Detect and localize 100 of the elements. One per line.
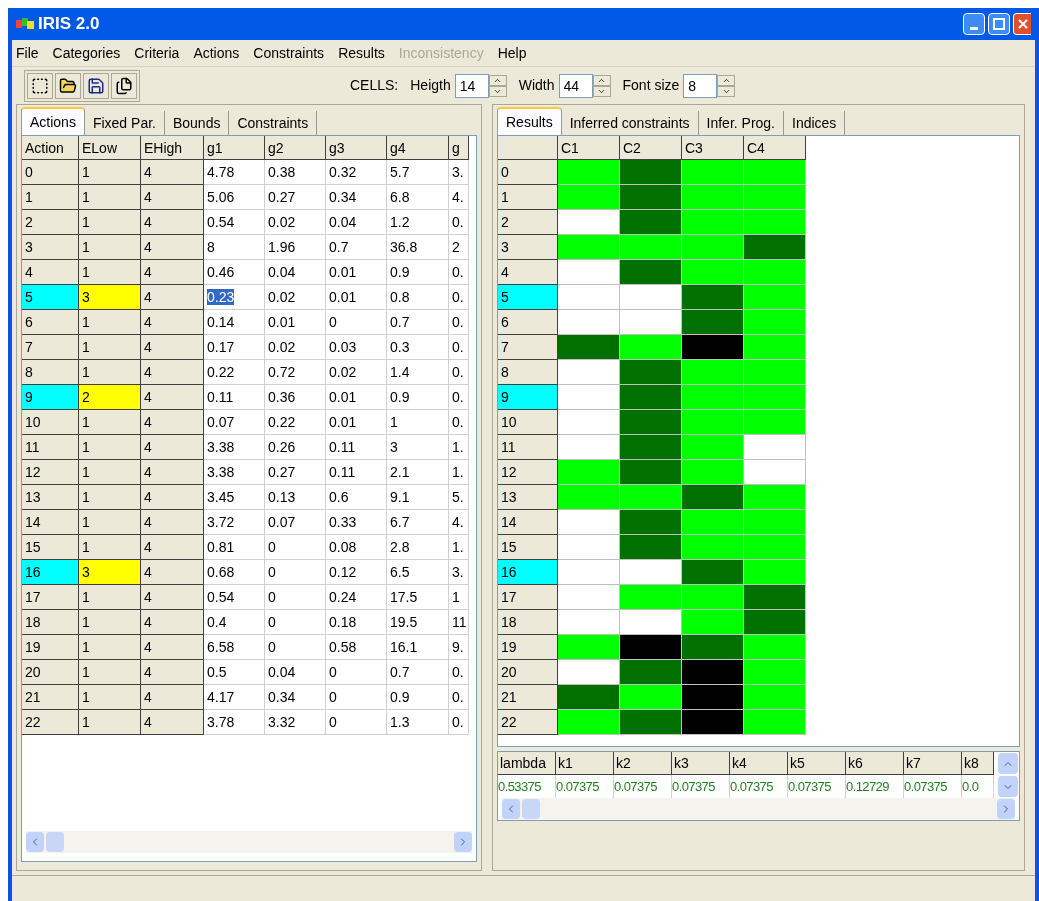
table-cell: 0.18 [329, 614, 357, 630]
row-header: 10 [498, 410, 558, 435]
table-cell: 0.01 [329, 289, 357, 305]
folder-icon [59, 76, 77, 95]
table-cell: 4 [141, 660, 204, 685]
column-header: lambda [498, 752, 556, 775]
copy-button[interactable] [111, 72, 137, 99]
menu-item[interactable]: Criteria [134, 42, 180, 64]
table-cell: 0 [268, 614, 276, 630]
spin-down-button[interactable] [488, 85, 507, 97]
horizontal-scrollbar[interactable] [502, 798, 1015, 820]
scroll-down-button[interactable] [998, 776, 1018, 797]
row-header: 3 [498, 235, 558, 260]
table-cell: 0.01 [268, 314, 296, 330]
table-cell: 18 [22, 610, 79, 635]
table-cell: 0. [452, 689, 464, 705]
table-cell: 0.02 [329, 364, 357, 380]
table-cell: 2 [22, 210, 79, 235]
new-file-button[interactable] [27, 72, 53, 99]
column-header: g4 [387, 136, 449, 160]
table-cell: 0.22 [268, 414, 296, 430]
table-cell: 4 [141, 610, 204, 635]
table-cell: 1 [79, 210, 141, 235]
table-cell: 0.24 [329, 589, 357, 605]
menu-item[interactable]: Results [338, 42, 385, 64]
minimize-icon [970, 27, 978, 30]
table-cell: 0.4 [207, 614, 227, 630]
table-cell: 0.17 [207, 339, 235, 355]
minimize-button[interactable] [963, 13, 985, 35]
scroll-left-button[interactable] [502, 799, 520, 819]
scroll-thumb[interactable] [46, 832, 64, 852]
save-button[interactable] [83, 72, 109, 99]
table-cell: 0.23 [207, 289, 235, 305]
horizontal-scrollbar[interactable] [26, 831, 472, 853]
menu-item[interactable]: Categories [52, 42, 121, 64]
table-cell: 5. [452, 489, 464, 505]
maximize-button[interactable] [988, 13, 1010, 35]
table-cell: 4 [141, 685, 204, 710]
open-button[interactable] [55, 72, 81, 99]
spin-up-button[interactable] [717, 74, 736, 86]
table-cell: 16 [22, 560, 79, 585]
number-field[interactable]: 44 [558, 73, 593, 98]
table-cell: 1 [79, 410, 141, 435]
spin-up-button[interactable] [488, 74, 507, 86]
table-cell: 3.45 [207, 489, 235, 505]
table-cell: 0.27 [268, 189, 296, 205]
table-cell: 1. [452, 439, 464, 455]
table-cell: 0.9 [390, 689, 410, 705]
table-cell: 0.03 [329, 339, 357, 355]
table-cell: 0.11 [329, 439, 356, 455]
row-header: 12 [498, 460, 558, 485]
table-cell: 0.27 [268, 464, 296, 480]
table-cell: 6.58 [207, 639, 235, 655]
table-cell: 0.72 [268, 364, 296, 380]
tab[interactable]: Results [497, 107, 562, 135]
table-cell: 1. [452, 539, 464, 555]
table-cell: 4 [141, 285, 204, 310]
table-cell: 3. [452, 564, 464, 580]
table-cell: 3 [79, 560, 141, 585]
table-cell: 0.07 [268, 514, 296, 530]
table-cell: 0. [452, 414, 464, 430]
menu-item[interactable]: Constraints [253, 42, 325, 64]
row-header: 6 [498, 310, 558, 335]
scroll-up-button[interactable] [998, 753, 1018, 774]
spin-up-button[interactable] [592, 74, 611, 86]
scroll-left-button[interactable] [26, 832, 44, 852]
table-cell: 0 [268, 639, 276, 655]
menu-item[interactable]: Actions [193, 42, 240, 64]
number-field[interactable]: 14 [454, 73, 489, 98]
spinner-label: Width [518, 76, 555, 95]
menu-item[interactable]: Help [497, 42, 527, 64]
row-header: 17 [498, 585, 558, 610]
row-header: 20 [498, 660, 558, 685]
scroll-thumb[interactable] [522, 799, 540, 819]
number-field[interactable]: 8 [683, 73, 718, 98]
table-cell: 0.68 [207, 564, 235, 580]
tab[interactable]: Actions [21, 107, 85, 135]
scroll-right-button[interactable] [454, 832, 472, 852]
table-cell: 0.07 [207, 414, 235, 430]
close-button[interactable] [1013, 13, 1031, 35]
spin-down-button[interactable] [717, 85, 736, 97]
column-header: C1 [558, 136, 620, 160]
table-cell: 0.04 [268, 664, 296, 680]
table-cell: 0.7 [390, 664, 410, 680]
table-cell: 0.02 [268, 339, 296, 355]
table-cell: 0.04 [329, 214, 357, 230]
table-cell: 0.32 [329, 164, 357, 180]
table-cell: 0.3 [390, 339, 410, 355]
table-cell: 17.5 [390, 589, 418, 605]
table-cell: 0.13 [268, 489, 296, 505]
menu-item[interactable]: File [16, 42, 39, 64]
table-cell: 4 [141, 235, 204, 260]
spin-down-button[interactable] [592, 85, 611, 97]
table-cell: 3 [22, 235, 79, 260]
table-cell: 14 [22, 510, 79, 535]
table-cell: 0.01 [329, 414, 357, 430]
column-header: k2 [614, 752, 672, 775]
table-cell: 0.11 [329, 464, 356, 480]
table-cell: 1 [79, 235, 141, 260]
scroll-right-button[interactable] [997, 799, 1015, 819]
